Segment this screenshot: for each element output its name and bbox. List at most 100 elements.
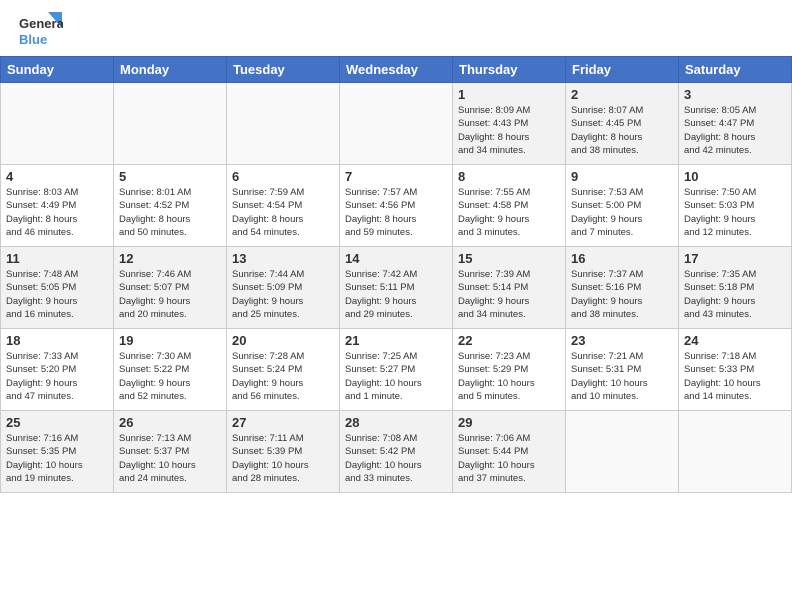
day-info: Sunrise: 7:30 AM Sunset: 5:22 PM Dayligh… — [119, 350, 221, 403]
day-number: 5 — [119, 169, 221, 184]
day-info: Sunrise: 7:11 AM Sunset: 5:39 PM Dayligh… — [232, 432, 334, 485]
day-info: Sunrise: 8:01 AM Sunset: 4:52 PM Dayligh… — [119, 186, 221, 239]
calendar-cell: 5 Sunrise: 8:01 AM Sunset: 4:52 PM Daylig… — [114, 165, 227, 247]
calendar-cell: 26 Sunrise: 7:13 AM Sunset: 5:37 PM Dayli… — [114, 411, 227, 493]
day-info: Sunrise: 8:03 AM Sunset: 4:49 PM Dayligh… — [6, 186, 108, 239]
calendar-cell: 11 Sunrise: 7:48 AM Sunset: 5:05 PM Dayli… — [1, 247, 114, 329]
calendar-week-row: 1 Sunrise: 8:09 AM Sunset: 4:43 PM Daylig… — [1, 83, 792, 165]
day-info: Sunrise: 7:21 AM Sunset: 5:31 PM Dayligh… — [571, 350, 673, 403]
day-number: 6 — [232, 169, 334, 184]
calendar-week-row: 4 Sunrise: 8:03 AM Sunset: 4:49 PM Daylig… — [1, 165, 792, 247]
day-info: Sunrise: 8:05 AM Sunset: 4:47 PM Dayligh… — [684, 104, 786, 157]
day-number: 16 — [571, 251, 673, 266]
day-number: 1 — [458, 87, 560, 102]
day-number: 13 — [232, 251, 334, 266]
day-number: 17 — [684, 251, 786, 266]
day-number: 28 — [345, 415, 447, 430]
calendar-cell: 10 Sunrise: 7:50 AM Sunset: 5:03 PM Dayli… — [679, 165, 792, 247]
svg-text:General: General — [19, 16, 63, 31]
calendar-cell: 19Sunrise: 7:30 AM Sunset: 5:22 PM Dayli… — [114, 329, 227, 411]
day-info: Sunrise: 7:50 AM Sunset: 5:03 PM Dayligh… — [684, 186, 786, 239]
day-info: Sunrise: 7:16 AM Sunset: 5:35 PM Dayligh… — [6, 432, 108, 485]
calendar-cell: 4 Sunrise: 8:03 AM Sunset: 4:49 PM Daylig… — [1, 165, 114, 247]
calendar-cell: 23Sunrise: 7:21 AM Sunset: 5:31 PM Dayli… — [566, 329, 679, 411]
calendar-week-row: 25 Sunrise: 7:16 AM Sunset: 5:35 PM Dayli… — [1, 411, 792, 493]
calendar-cell — [679, 411, 792, 493]
calendar-cell: 6 Sunrise: 7:59 AM Sunset: 4:54 PM Daylig… — [227, 165, 340, 247]
day-info: Sunrise: 7:39 AM Sunset: 5:14 PM Dayligh… — [458, 268, 560, 321]
calendar-cell: 24 Sunrise: 7:18 AM Sunset: 5:33 PM Dayli… — [679, 329, 792, 411]
calendar-cell: 8 Sunrise: 7:55 AM Sunset: 4:58 PM Daylig… — [453, 165, 566, 247]
calendar-cell: 2 Sunrise: 8:07 AM Sunset: 4:45 PM Daylig… — [566, 83, 679, 165]
day-info: Sunrise: 8:07 AM Sunset: 4:45 PM Dayligh… — [571, 104, 673, 157]
calendar-cell — [566, 411, 679, 493]
calendar-cell: 13 Sunrise: 7:44 AM Sunset: 5:09 PM Dayli… — [227, 247, 340, 329]
day-header-monday: Monday — [114, 57, 227, 83]
calendar-cell: 21 Sunrise: 7:25 AM Sunset: 5:27 PM Dayli… — [340, 329, 453, 411]
day-info: Sunrise: 7:42 AM Sunset: 5:11 PM Dayligh… — [345, 268, 447, 321]
day-header-wednesday: Wednesday — [340, 57, 453, 83]
day-header-friday: Friday — [566, 57, 679, 83]
day-number: 24 — [684, 333, 786, 348]
day-info: Sunrise: 7:44 AM Sunset: 5:09 PM Dayligh… — [232, 268, 334, 321]
calendar-cell: 12Sunrise: 7:46 AM Sunset: 5:07 PM Dayli… — [114, 247, 227, 329]
day-header-tuesday: Tuesday — [227, 57, 340, 83]
day-number: 20 — [232, 333, 334, 348]
day-info: Sunrise: 7:53 AM Sunset: 5:00 PM Dayligh… — [571, 186, 673, 239]
day-header-sunday: Sunday — [1, 57, 114, 83]
calendar-cell: 18 Sunrise: 7:33 AM Sunset: 5:20 PM Dayli… — [1, 329, 114, 411]
day-info: Sunrise: 7:18 AM Sunset: 5:33 PM Dayligh… — [684, 350, 786, 403]
calendar-cell: 17 Sunrise: 7:35 AM Sunset: 5:18 PM Dayli… — [679, 247, 792, 329]
day-number: 22 — [458, 333, 560, 348]
day-info: Sunrise: 7:55 AM Sunset: 4:58 PM Dayligh… — [458, 186, 560, 239]
day-info: Sunrise: 7:57 AM Sunset: 4:56 PM Dayligh… — [345, 186, 447, 239]
day-number: 11 — [6, 251, 108, 266]
calendar-cell: 3 Sunrise: 8:05 AM Sunset: 4:47 PM Daylig… — [679, 83, 792, 165]
calendar-cell: 22 Sunrise: 7:23 AM Sunset: 5:29 PM Dayli… — [453, 329, 566, 411]
day-number: 9 — [571, 169, 673, 184]
day-info: Sunrise: 7:48 AM Sunset: 5:05 PM Dayligh… — [6, 268, 108, 321]
day-info: Sunrise: 7:33 AM Sunset: 5:20 PM Dayligh… — [6, 350, 108, 403]
svg-text:Blue: Blue — [19, 32, 47, 47]
day-info: Sunrise: 7:59 AM Sunset: 4:54 PM Dayligh… — [232, 186, 334, 239]
day-info: Sunrise: 8:09 AM Sunset: 4:43 PM Dayligh… — [458, 104, 560, 157]
calendar-week-row: 18 Sunrise: 7:33 AM Sunset: 5:20 PM Dayli… — [1, 329, 792, 411]
day-info: Sunrise: 7:13 AM Sunset: 5:37 PM Dayligh… — [119, 432, 221, 485]
day-number: 10 — [684, 169, 786, 184]
calendar-header-row: SundayMondayTuesdayWednesdayThursdayFrid… — [1, 57, 792, 83]
calendar-cell: 27 Sunrise: 7:11 AM Sunset: 5:39 PM Dayli… — [227, 411, 340, 493]
day-number: 26 — [119, 415, 221, 430]
day-number: 7 — [345, 169, 447, 184]
day-number: 2 — [571, 87, 673, 102]
calendar-cell: 29 Sunrise: 7:06 AM Sunset: 5:44 PM Dayli… — [453, 411, 566, 493]
calendar-cell: 1 Sunrise: 8:09 AM Sunset: 4:43 PM Daylig… — [453, 83, 566, 165]
calendar-cell: 9 Sunrise: 7:53 AM Sunset: 5:00 PM Daylig… — [566, 165, 679, 247]
day-number: 29 — [458, 415, 560, 430]
day-number: 25 — [6, 415, 108, 430]
day-number: 4 — [6, 169, 108, 184]
day-number: 14 — [345, 251, 447, 266]
day-info: Sunrise: 7:23 AM Sunset: 5:29 PM Dayligh… — [458, 350, 560, 403]
day-number: 18 — [6, 333, 108, 348]
calendar-cell — [227, 83, 340, 165]
day-number: 8 — [458, 169, 560, 184]
calendar-cell: 25 Sunrise: 7:16 AM Sunset: 5:35 PM Dayli… — [1, 411, 114, 493]
day-number: 27 — [232, 415, 334, 430]
day-number: 3 — [684, 87, 786, 102]
day-info: Sunrise: 7:08 AM Sunset: 5:42 PM Dayligh… — [345, 432, 447, 485]
day-header-thursday: Thursday — [453, 57, 566, 83]
calendar: SundayMondayTuesdayWednesdayThursdayFrid… — [0, 56, 792, 493]
calendar-cell: 15 Sunrise: 7:39 AM Sunset: 5:14 PM Dayli… — [453, 247, 566, 329]
day-info: Sunrise: 7:35 AM Sunset: 5:18 PM Dayligh… — [684, 268, 786, 321]
day-info: Sunrise: 7:25 AM Sunset: 5:27 PM Dayligh… — [345, 350, 447, 403]
calendar-cell — [340, 83, 453, 165]
calendar-cell: 28 Sunrise: 7:08 AM Sunset: 5:42 PM Dayli… — [340, 411, 453, 493]
day-info: Sunrise: 7:37 AM Sunset: 5:16 PM Dayligh… — [571, 268, 673, 321]
day-info: Sunrise: 7:06 AM Sunset: 5:44 PM Dayligh… — [458, 432, 560, 485]
calendar-cell — [114, 83, 227, 165]
calendar-cell: 7 Sunrise: 7:57 AM Sunset: 4:56 PM Daylig… — [340, 165, 453, 247]
day-number: 21 — [345, 333, 447, 348]
day-number: 15 — [458, 251, 560, 266]
calendar-cell — [1, 83, 114, 165]
day-info: Sunrise: 7:28 AM Sunset: 5:24 PM Dayligh… — [232, 350, 334, 403]
